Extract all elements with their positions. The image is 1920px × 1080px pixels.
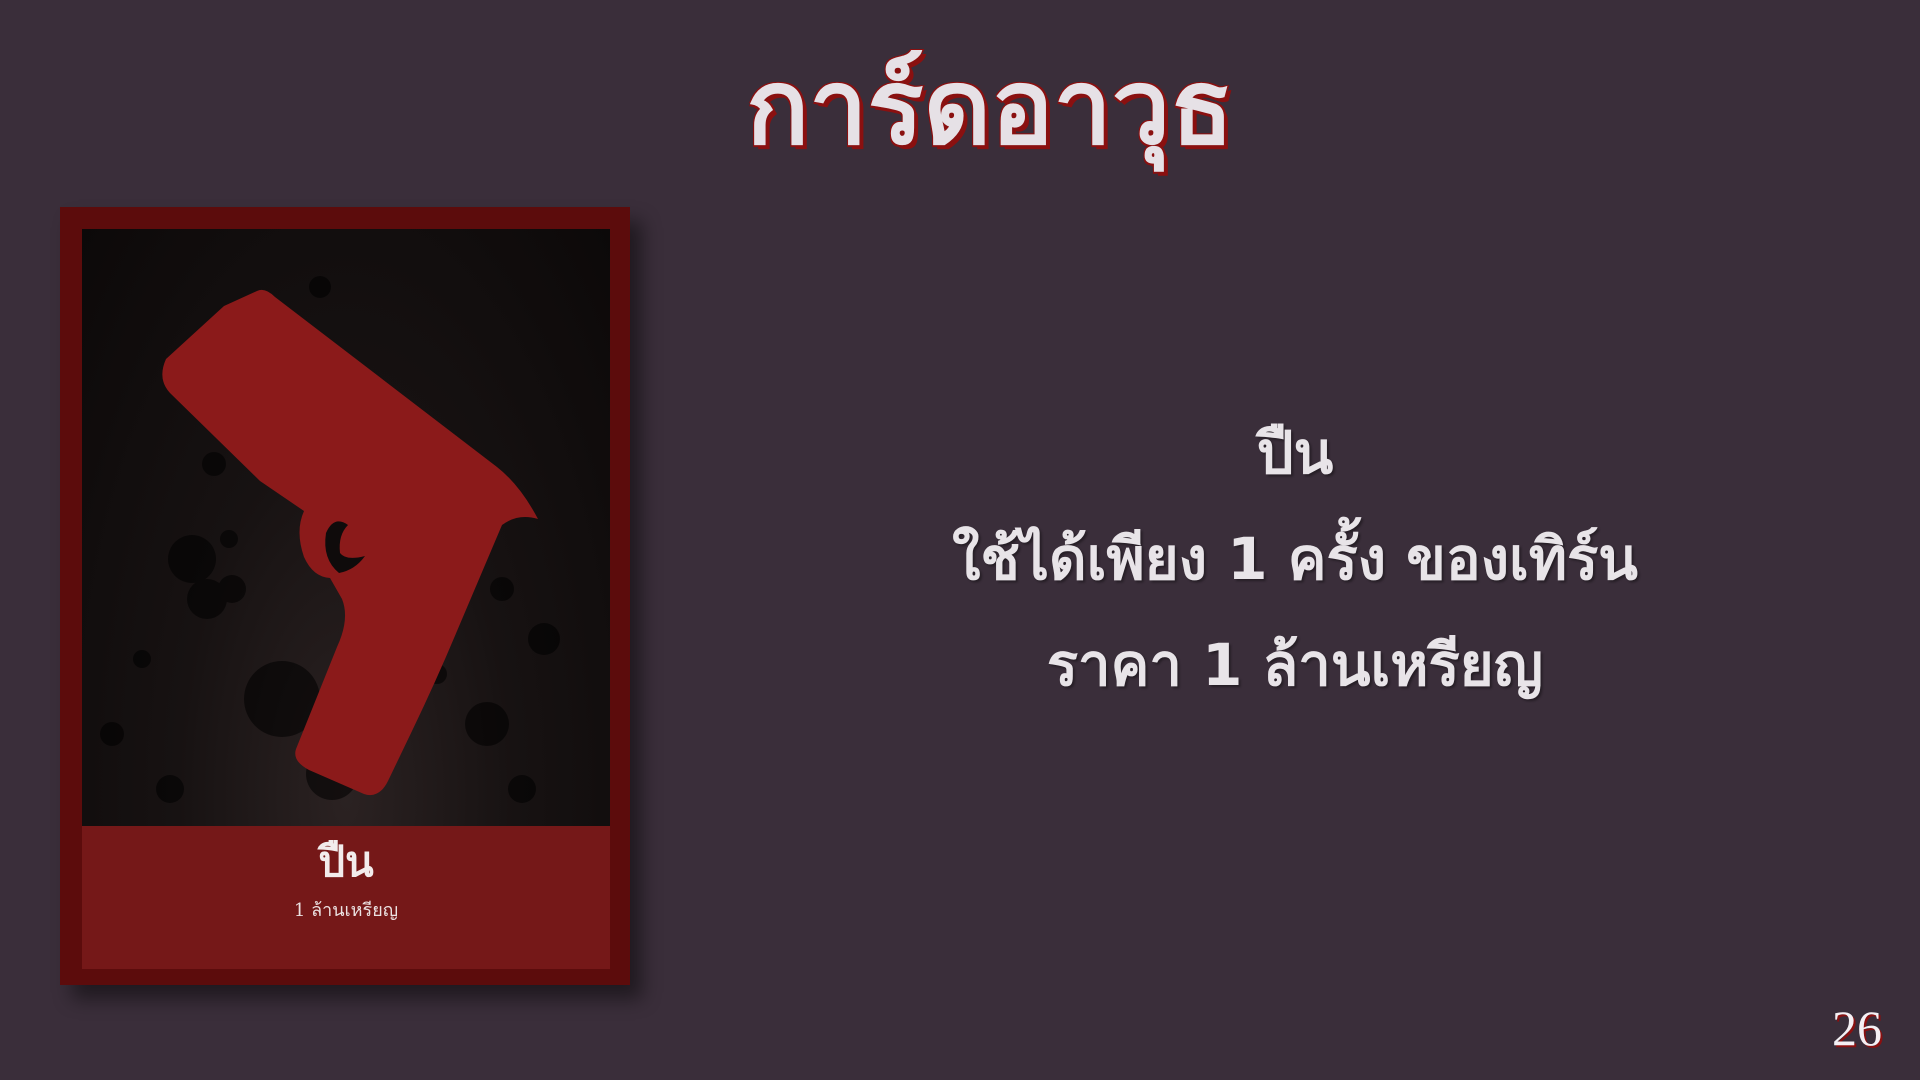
card-name: ปืน [318, 837, 374, 886]
description-line-price: ราคา 1 ล้านเหรียญ [1046, 631, 1544, 699]
description-line-usage: ใช้ได้เพียง 1 ครั้ง ของเทิร์น [952, 525, 1638, 593]
description-line-name: ปืน [1256, 419, 1334, 487]
page-number: 26 [1832, 1000, 1882, 1056]
card-description: ปืน ใช้ได้เพียง 1 ครั้ง ของเทิร์น ราคา 1… [880, 400, 1710, 718]
weapon-card[interactable]: ปืน 1 ล้านเหรียญ [60, 207, 630, 985]
card-footer: ปืน 1 ล้านเหรียญ [82, 826, 610, 969]
card-artwork-canvas [100, 276, 560, 803]
card-artwork [82, 229, 610, 826]
card-price: 1 ล้านเหรียญ [293, 900, 399, 921]
slide-title: การ์ดอาวุธ [746, 46, 1234, 168]
